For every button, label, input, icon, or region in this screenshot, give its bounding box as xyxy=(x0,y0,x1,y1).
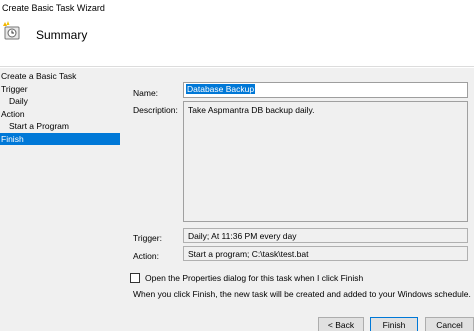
wizard-header: Summary xyxy=(0,17,474,67)
cancel-button[interactable]: Cancel xyxy=(425,317,474,331)
action-field: Start a program; C:\task\test.bat xyxy=(183,246,468,261)
nav-item-start-a-program[interactable]: Start a Program xyxy=(0,120,120,133)
nav-item-finish[interactable]: Finish xyxy=(0,132,120,145)
trigger-field: Daily; At 11:36 PM every day xyxy=(183,228,468,243)
nav-item-trigger[interactable]: Trigger xyxy=(0,83,120,96)
name-label: Name: xyxy=(133,88,159,98)
action-label: Action: xyxy=(133,251,159,261)
nav-item-create-basic-task[interactable]: Create a Basic Task xyxy=(0,70,120,83)
name-field[interactable]: Database Backup xyxy=(183,82,468,98)
back-button[interactable]: < Back xyxy=(318,317,364,331)
description-label: Description: xyxy=(133,105,178,115)
task-scheduler-wizard-icon xyxy=(3,21,20,40)
window-title: Create Basic Task Wizard xyxy=(2,3,105,13)
finish-info-text: When you click Finish, the new task will… xyxy=(133,289,471,299)
name-value: Database Backup xyxy=(186,84,256,94)
nav-item-action[interactable]: Action xyxy=(0,108,120,121)
open-properties-label[interactable]: Open the Properties dialog for this task… xyxy=(145,273,363,283)
page-title: Summary xyxy=(36,28,88,42)
action-value: Start a program; C:\task\test.bat xyxy=(188,249,309,259)
title-bar: Create Basic Task Wizard xyxy=(0,0,474,17)
description-field[interactable]: Take Aspmantra DB backup daily. xyxy=(183,101,468,222)
wizard-step-nav: Create a Basic Task Trigger Daily Action… xyxy=(0,70,120,145)
trigger-value: Daily; At 11:36 PM every day xyxy=(188,231,297,241)
trigger-label: Trigger: xyxy=(133,233,162,243)
nav-item-daily[interactable]: Daily xyxy=(0,95,120,108)
description-value: Take Aspmantra DB backup daily. xyxy=(188,105,315,115)
open-properties-checkbox[interactable] xyxy=(130,273,140,283)
finish-button[interactable]: Finish xyxy=(370,317,418,331)
